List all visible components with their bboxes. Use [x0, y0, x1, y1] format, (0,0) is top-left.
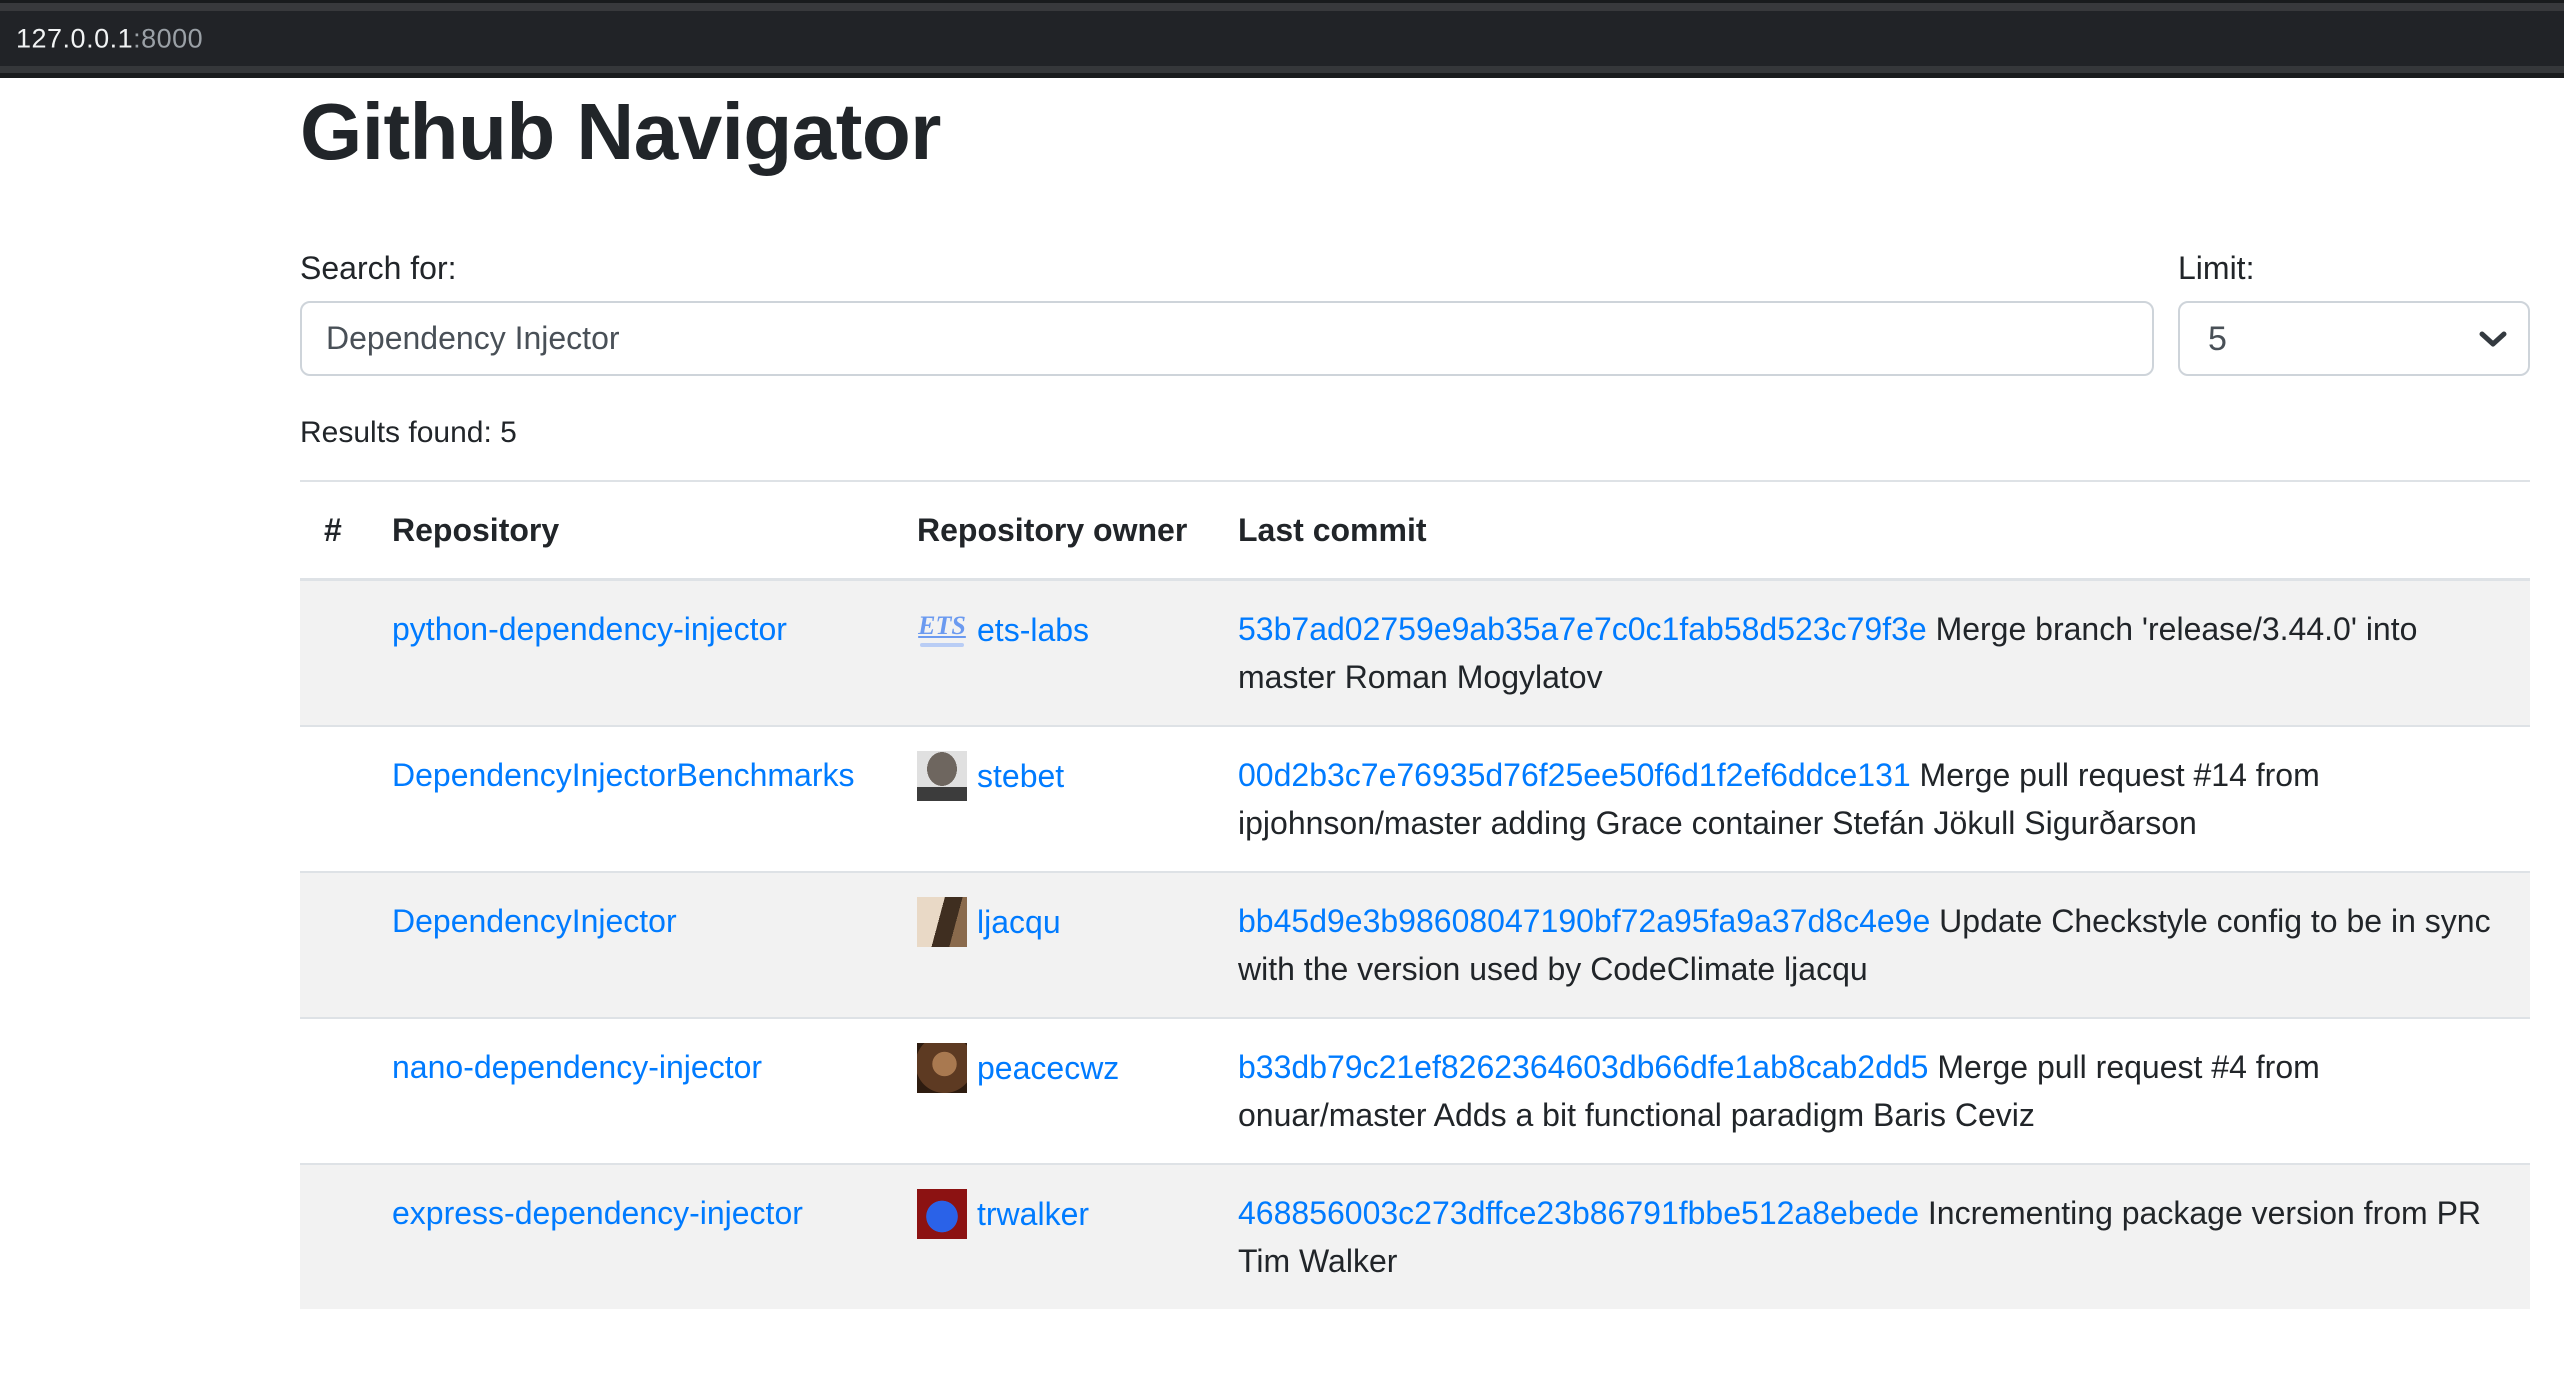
- url-port: :8000: [133, 23, 203, 53]
- header-repository-owner: Repository owner: [893, 481, 1214, 580]
- owner-cell: trwalker: [893, 1164, 1214, 1309]
- owner-cell: ETS ets-labs: [893, 580, 1214, 727]
- row-index-cell: [300, 726, 368, 872]
- url-host: 127.0.0.1: [16, 23, 133, 53]
- search-form: Search for: Limit: 5: [300, 250, 2530, 376]
- header-repository: Repository: [368, 481, 893, 580]
- ets-logo-text: ETS: [918, 613, 966, 639]
- tab-strip: [0, 3, 2564, 11]
- commit-hash-link[interactable]: 468856003c273dffce23b86791fbbe512a8ebede: [1238, 1195, 1919, 1231]
- ets-labs-avatar: ETS: [917, 605, 967, 655]
- commit-cell: 53b7ad02759e9ab35a7e7c0c1fab58d523c79f3e…: [1214, 580, 2530, 727]
- browser-chrome: 127.0.0.1:8000: [0, 0, 2564, 78]
- commit-cell: 468856003c273dffce23b86791fbbe512a8ebede…: [1214, 1164, 2530, 1309]
- repository-link[interactable]: express-dependency-injector: [392, 1195, 803, 1231]
- results-summary: Results found: 5: [300, 416, 2530, 450]
- page-content: Github Navigator Search for: Limit: 5 Re…: [300, 78, 2530, 1309]
- limit-select-wrap: 5: [2178, 301, 2530, 376]
- commit-author: Baris Ceviz: [1873, 1097, 2035, 1133]
- repository-link[interactable]: DependencyInjectorBenchmarks: [392, 757, 854, 793]
- commit-author: ljacqu: [1784, 951, 1868, 987]
- table-row: DependencyInjectorBenchmarks stebet 00d2…: [300, 726, 2530, 872]
- repository-link[interactable]: nano-dependency-injector: [392, 1049, 762, 1085]
- commit-author: Tim Walker: [1238, 1243, 1397, 1279]
- row-index-cell: [300, 580, 368, 727]
- owner-cell: stebet: [893, 726, 1214, 872]
- commit-hash-link[interactable]: 53b7ad02759e9ab35a7e7c0c1fab58d523c79f3e: [1238, 611, 1927, 647]
- owner-cell: peacecwz: [893, 1018, 1214, 1164]
- repository-link[interactable]: DependencyInjector: [392, 903, 677, 939]
- row-index-cell: [300, 1164, 368, 1309]
- repository-cell: python-dependency-injector: [368, 580, 893, 727]
- commit-hash-link[interactable]: 00d2b3c7e76935d76f25ee50f6d1f2ef6ddce131: [1238, 757, 1911, 793]
- table-row: DependencyInjector ljacqu bb45d9e3b98608…: [300, 872, 2530, 1018]
- toolbar-lower-strip: [0, 66, 2564, 73]
- repository-cell: express-dependency-injector: [368, 1164, 893, 1309]
- search-field-group: Search for:: [300, 250, 2154, 376]
- row-index-cell: [300, 1018, 368, 1164]
- owner-link[interactable]: stebet: [977, 752, 1064, 800]
- commit-cell: b33db79c21ef8262364603db66dfe1ab8cab2dd5…: [1214, 1018, 2530, 1164]
- owner-link[interactable]: trwalker: [977, 1190, 1089, 1238]
- page-title: Github Navigator: [300, 86, 2530, 178]
- limit-label: Limit:: [2178, 250, 2530, 287]
- trwalker-avatar: [917, 1189, 967, 1239]
- owner-link[interactable]: ljacqu: [977, 898, 1061, 946]
- commit-hash-link[interactable]: bb45d9e3b98608047190bf72a95fa9a37d8c4e9e: [1238, 903, 1930, 939]
- limit-select[interactable]: 5: [2178, 301, 2530, 376]
- limit-field-group: Limit: 5: [2178, 250, 2530, 376]
- row-index-cell: [300, 872, 368, 1018]
- commit-cell: 00d2b3c7e76935d76f25ee50f6d1f2ef6ddce131…: [1214, 726, 2530, 872]
- repository-link[interactable]: python-dependency-injector: [392, 611, 787, 647]
- ljacqu-avatar: [917, 897, 967, 947]
- repository-cell: DependencyInjectorBenchmarks: [368, 726, 893, 872]
- owner-link[interactable]: peacecwz: [977, 1044, 1119, 1092]
- table-header-row: # Repository Repository owner Last commi…: [300, 481, 2530, 580]
- repository-cell: nano-dependency-injector: [368, 1018, 893, 1164]
- header-index: #: [300, 481, 368, 580]
- owner-cell: ljacqu: [893, 872, 1214, 1018]
- table-row: express-dependency-injector trwalker 468…: [300, 1164, 2530, 1309]
- commit-hash-link[interactable]: b33db79c21ef8262364603db66dfe1ab8cab2dd5: [1238, 1049, 1928, 1085]
- table-row: nano-dependency-injector peacecwz b33db7…: [300, 1018, 2530, 1164]
- commit-message: Incrementing package version from PR: [1928, 1195, 2481, 1231]
- url-text[interactable]: 127.0.0.1:8000: [16, 23, 203, 54]
- commit-author: Stefán Jökull Sigurðarson: [1832, 805, 2197, 841]
- stebet-avatar: [917, 751, 967, 801]
- search-input[interactable]: [300, 301, 2154, 376]
- table-row: python-dependency-injector ETS ets-labs …: [300, 580, 2530, 727]
- header-last-commit: Last commit: [1214, 481, 2530, 580]
- ets-logo-tagline: [920, 643, 964, 647]
- peacecwz-avatar: [917, 1043, 967, 1093]
- commit-cell: bb45d9e3b98608047190bf72a95fa9a37d8c4e9e…: [1214, 872, 2530, 1018]
- owner-link[interactable]: ets-labs: [977, 606, 1089, 654]
- search-label: Search for:: [300, 250, 2154, 287]
- commit-author: Roman Mogylatov: [1345, 659, 1603, 695]
- results-table: # Repository Repository owner Last commi…: [300, 480, 2530, 1309]
- repository-cell: DependencyInjector: [368, 872, 893, 1018]
- address-bar[interactable]: 127.0.0.1:8000: [0, 11, 2564, 66]
